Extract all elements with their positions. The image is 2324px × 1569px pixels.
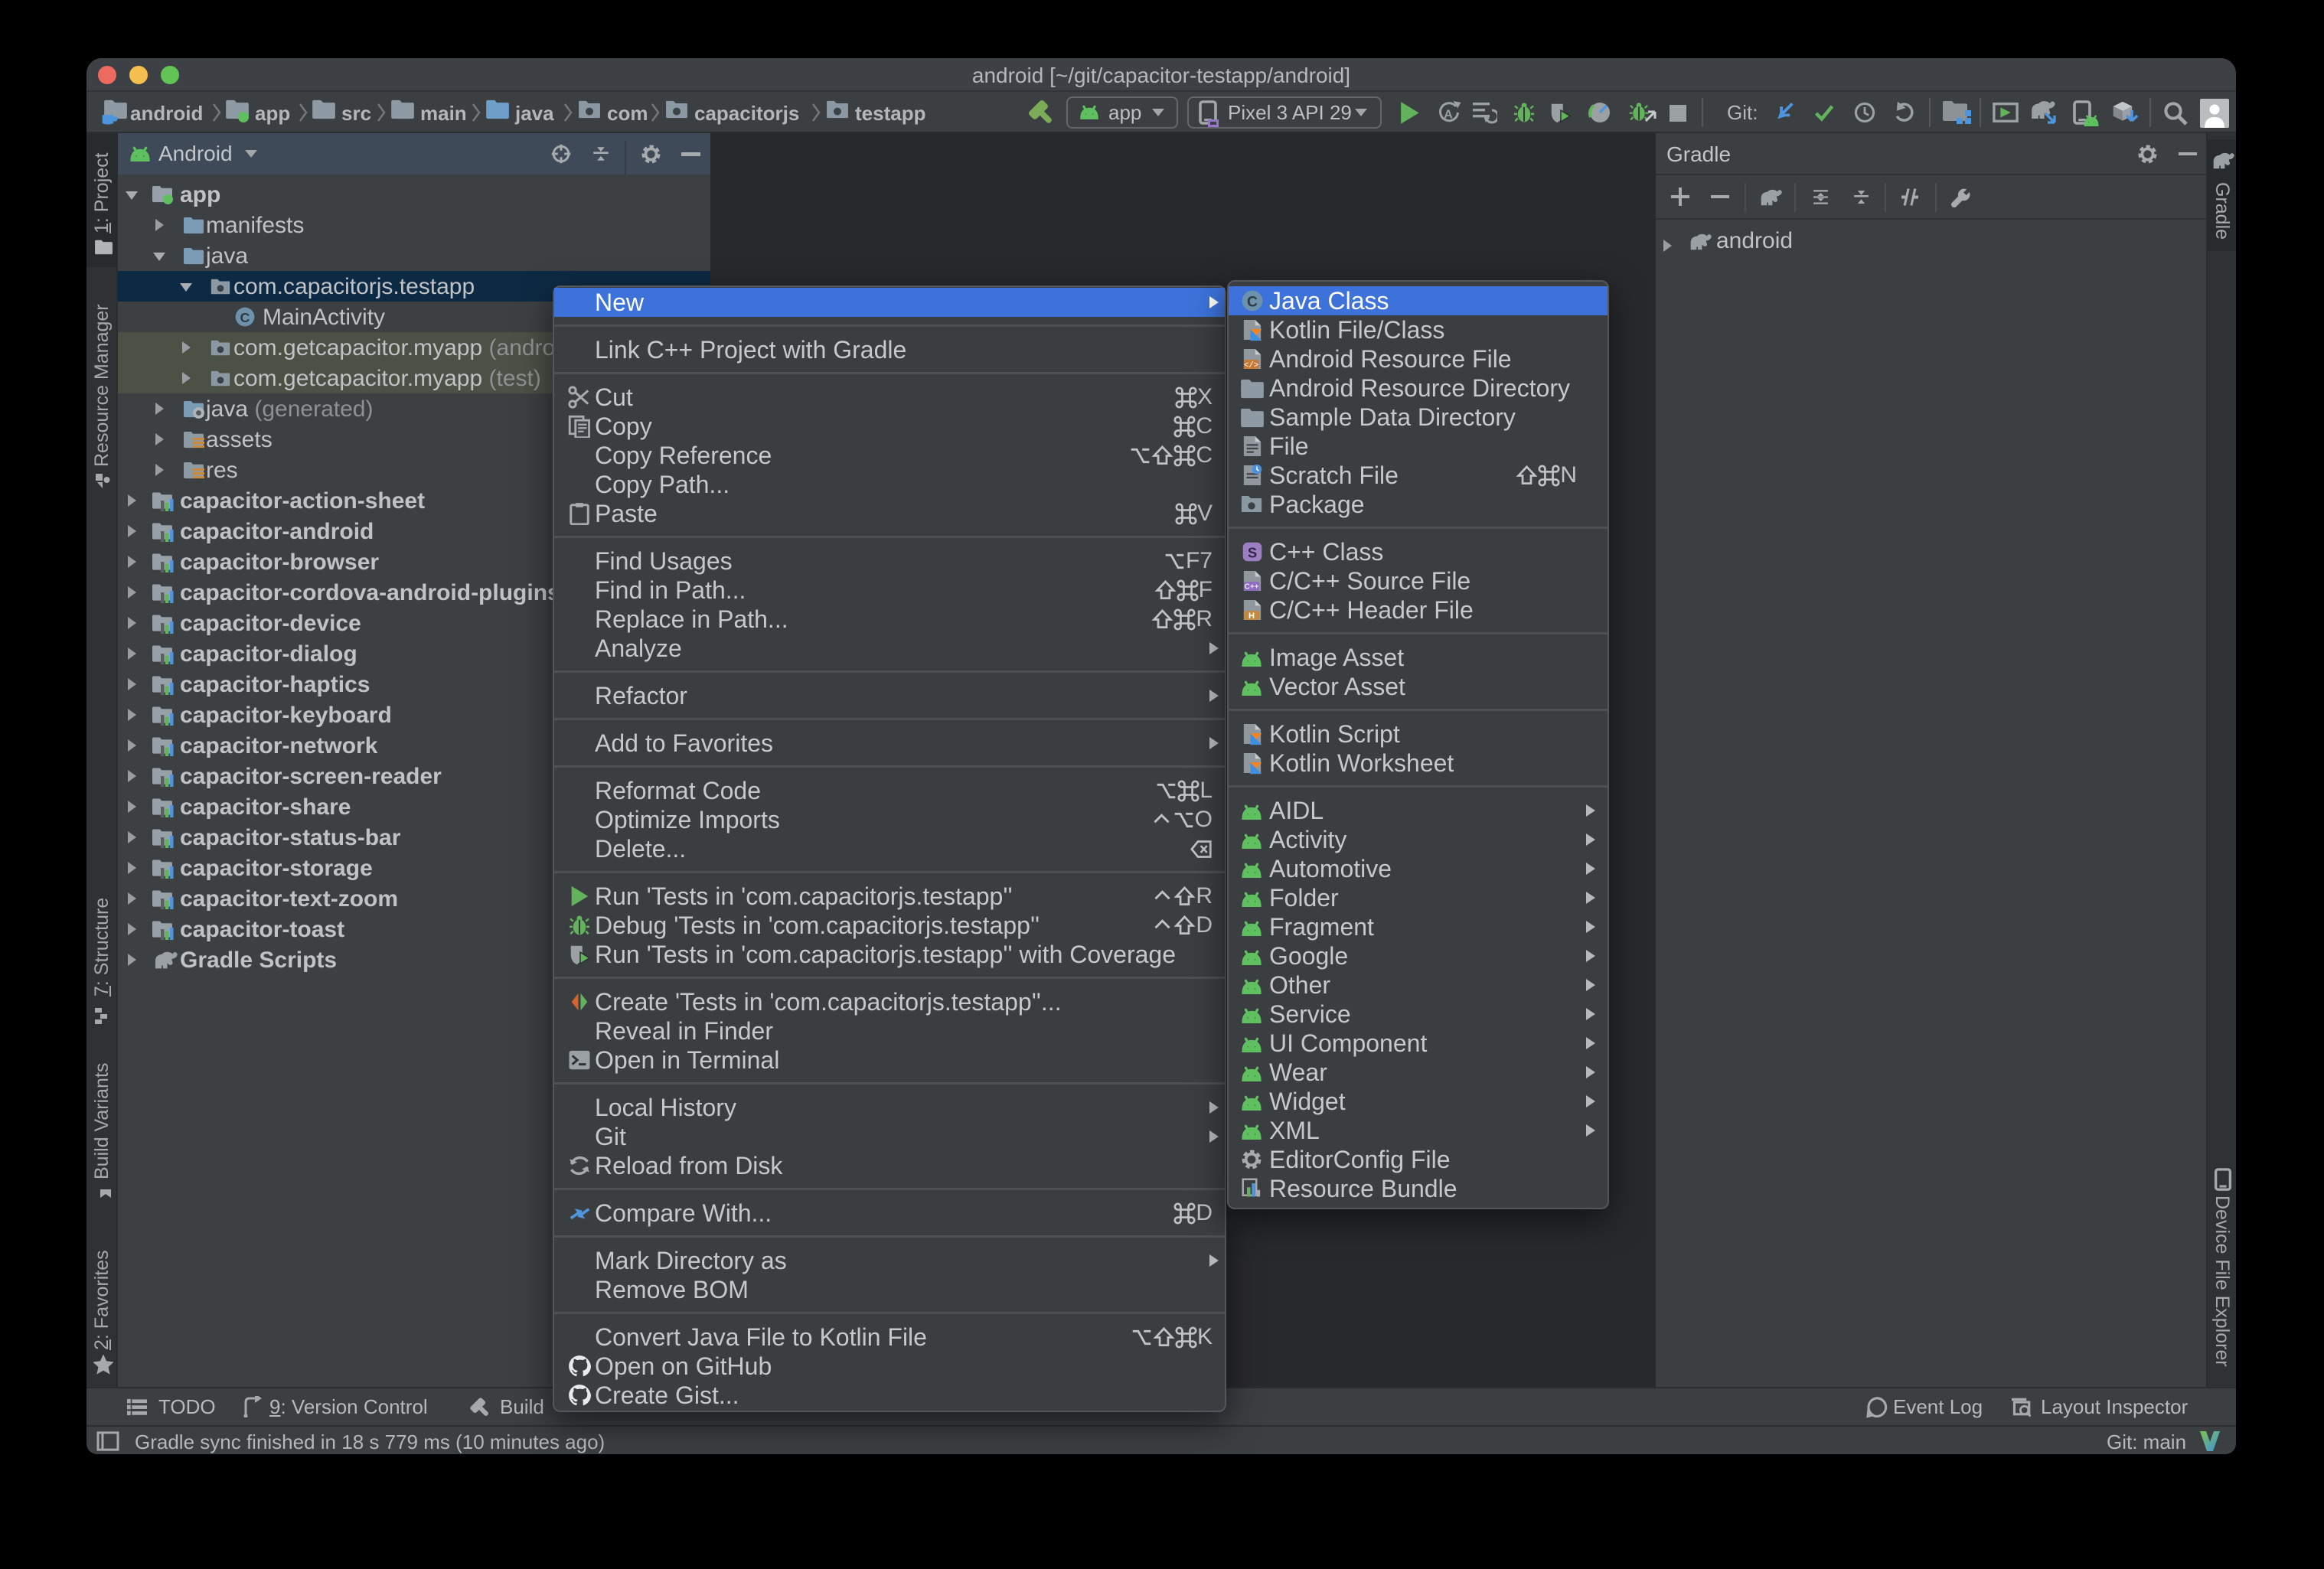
- svg-text:A: A: [1444, 109, 1453, 122]
